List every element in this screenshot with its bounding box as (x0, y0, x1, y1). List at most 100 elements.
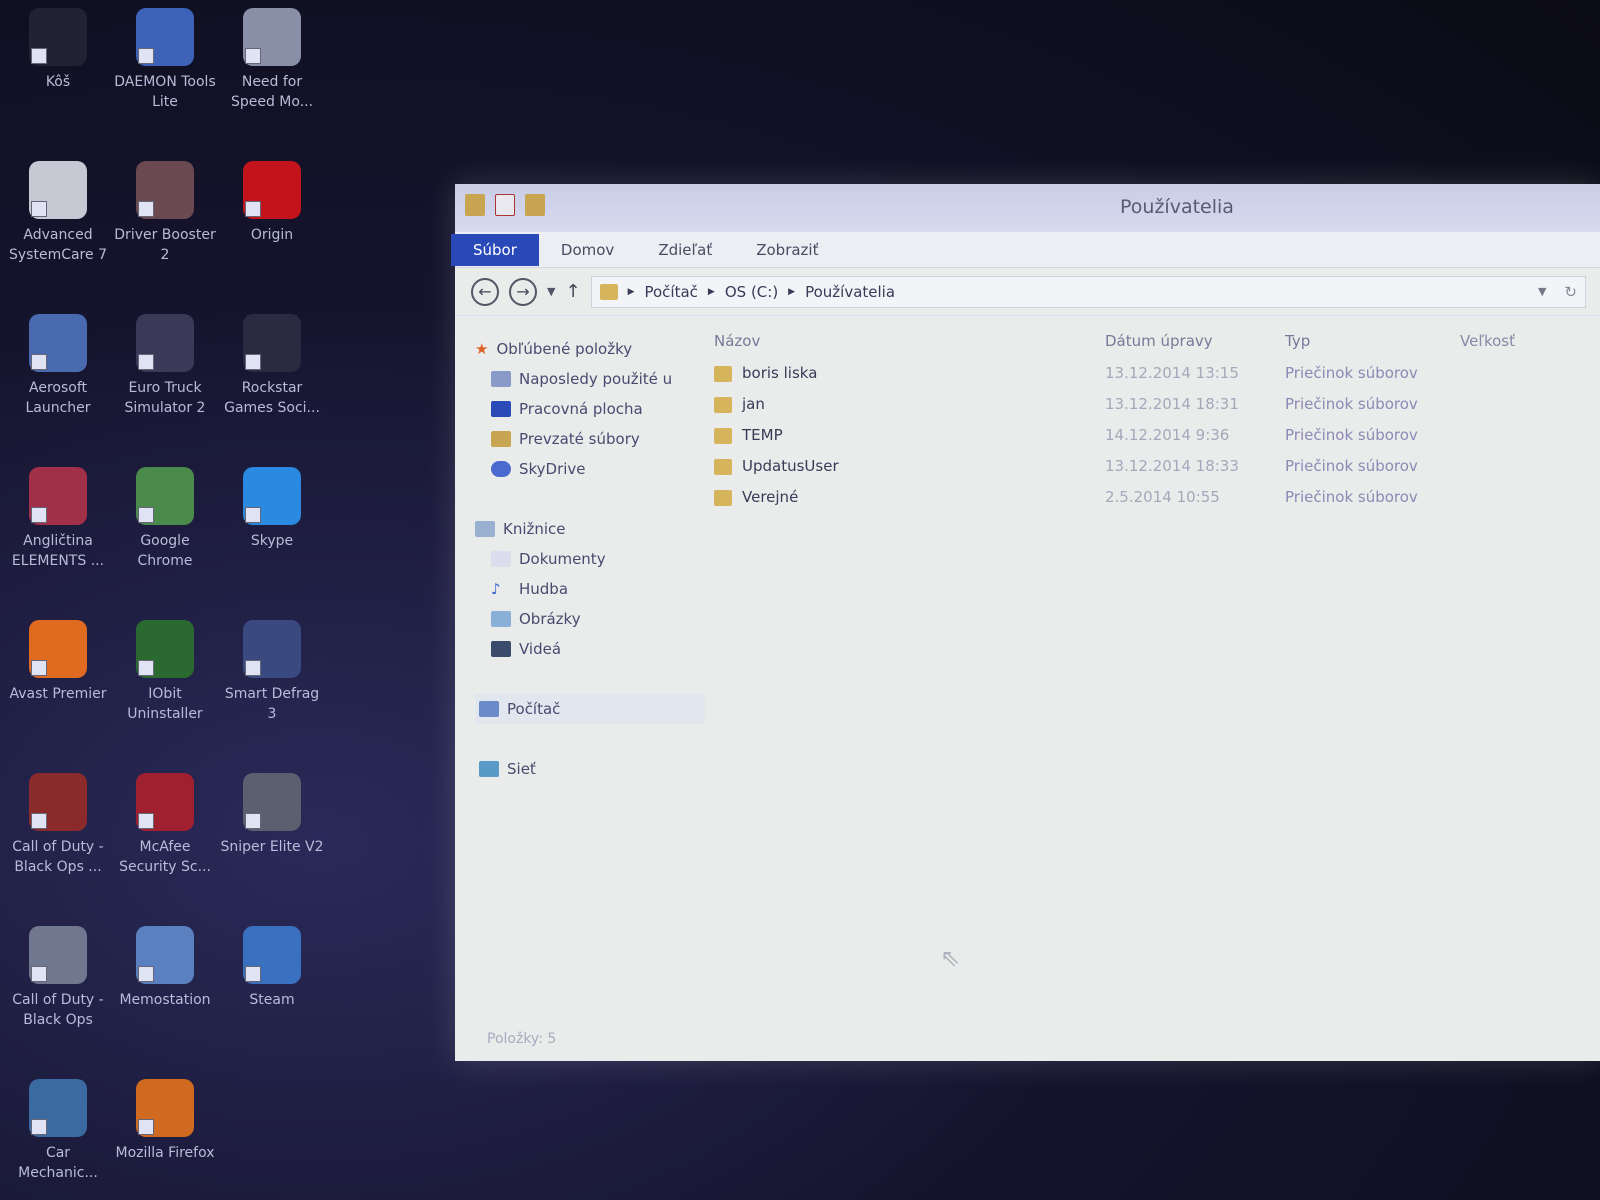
breadcrumb-computer[interactable]: Počítač (644, 283, 697, 301)
desktop-icon-shortcut[interactable]: DAEMON Tools Lite (113, 8, 217, 112)
breadcrumb-users[interactable]: Používatelia (805, 283, 895, 301)
file-type: Priečinok súborov (1285, 488, 1418, 506)
desktop-icon-shortcut[interactable]: Skype (220, 467, 324, 551)
file-row[interactable]: boris liska 13.12.2014 13:15 Priečinok súb… (710, 358, 1600, 389)
desktop-icon-label: Origin (250, 227, 294, 243)
desktop-icon-shortcut[interactable]: Angličtina ELEMENTS ... (6, 467, 110, 571)
folder-icon (599, 283, 618, 300)
nav-documents[interactable]: Dokumenty (475, 544, 705, 574)
desktop-icon-shortcut[interactable]: Mozilla Firefox (113, 1079, 217, 1163)
folder-icon (714, 396, 732, 413)
nav-favorites[interactable]: ★ Obľúbené položky (475, 334, 705, 364)
desktop-icon-shortcut[interactable]: Sniper Elite V2 (220, 773, 324, 857)
desktop-icon-label: Angličtina ELEMENTS ... (11, 533, 105, 569)
back-button[interactable]: ← (471, 277, 499, 306)
cloud-icon (491, 461, 511, 477)
file-size (1460, 420, 1580, 451)
desktop-icon-shortcut[interactable]: Steam (220, 926, 324, 1010)
nav-label: Počítač (507, 700, 561, 718)
desktop-icon-shortcut[interactable]: Google Chrome (113, 467, 217, 571)
desktop-icon-shortcut[interactable]: Kôš (6, 8, 110, 92)
tab-view[interactable]: Zobraziť (734, 234, 840, 266)
nav-recent[interactable]: Naposledy použité u (475, 364, 705, 394)
app-icon (243, 314, 301, 372)
nav-downloads[interactable]: Prevzaté súbory (475, 424, 705, 454)
app-icon (29, 467, 87, 525)
nav-music[interactable]: ♪ Hudba (475, 574, 705, 604)
properties-icon[interactable] (495, 194, 515, 216)
chevron-right-icon: ▶ (627, 286, 635, 297)
app-icon (243, 161, 301, 219)
desktop-icon-shortcut[interactable]: Memostation (113, 926, 217, 1010)
file-list: Názov Dátum úpravy Typ Veľkosť boris lis… (710, 324, 1600, 513)
app-icon (29, 161, 87, 219)
refresh-icon[interactable]: ↻ (1556, 283, 1585, 301)
nav-label: Obľúbené položky (496, 340, 633, 358)
desktop-icon-shortcut[interactable]: Car Mechanic... (6, 1079, 110, 1183)
folder-icon[interactable] (465, 194, 485, 216)
app-icon (29, 1079, 87, 1137)
app-icon (29, 8, 87, 66)
libraries-icon (475, 521, 495, 537)
tab-file[interactable]: Súbor (451, 233, 539, 266)
chevron-down-icon[interactable]: ▼ (1538, 285, 1546, 298)
desktop-icon-shortcut[interactable]: IObit Uninstaller (113, 620, 217, 724)
forward-button[interactable]: → (509, 277, 537, 306)
column-size[interactable]: Veľkosť (1460, 324, 1580, 358)
desktop-icon-label: Mozilla Firefox (115, 1145, 215, 1161)
desktop-icon-label: Skype (250, 533, 294, 549)
app-icon (29, 773, 87, 831)
column-type[interactable]: Typ (1285, 324, 1460, 358)
desktop-icon-shortcut[interactable]: Aerosoft Launcher (6, 314, 110, 418)
app-icon (136, 1079, 194, 1137)
nav-label: Obrázky (519, 610, 581, 628)
breadcrumb-drive[interactable]: OS (C:) (725, 283, 778, 301)
nav-skydrive[interactable]: SkyDrive (475, 454, 705, 484)
desktop-icon-shortcut[interactable]: Origin (220, 161, 324, 245)
desktop-icon-shortcut[interactable]: Advanced SystemCare 7 (6, 161, 110, 265)
network-icon (479, 761, 499, 777)
nav-network[interactable]: Sieť (475, 754, 705, 784)
column-date[interactable]: Dátum úpravy (1105, 324, 1285, 358)
nav-libraries[interactable]: Knižnice (475, 514, 705, 544)
app-icon (136, 620, 194, 678)
desktop-icon-shortcut[interactable]: Euro Truck Simulator 2 (113, 314, 217, 418)
file-row[interactable]: jan 13.12.2014 18:31 Priečinok súborov (710, 389, 1600, 420)
up-arrow-icon[interactable]: ↑ (565, 281, 580, 302)
address-bar[interactable]: ▶ Počítač ▶ OS (C:) ▶ Používatelia ▼ ↻ (590, 275, 1586, 308)
folder-icon (714, 365, 732, 382)
desktop-icon-label: Call of Duty - Black Ops (12, 992, 104, 1028)
file-row[interactable]: UpdatusUser 13.12.2014 18:33 Priečinok súb… (710, 451, 1600, 482)
folder-icon (714, 489, 732, 506)
column-name[interactable]: Názov (710, 324, 1105, 358)
file-explorer-window: Používatelia Súbor Domov Zdieľať Zobrazi… (451, 184, 1600, 1061)
file-row[interactable]: Verejné 2.5.2014 10:55 Priečinok súborov (710, 482, 1600, 513)
desktop-icon-label: Need for Speed Mo... (230, 74, 314, 110)
file-row[interactable]: TEMP 14.12.2014 9:36 Priečinok súborov (710, 420, 1600, 451)
chevron-right-icon: ▶ (707, 286, 715, 297)
videos-icon (491, 641, 511, 657)
desktop-icon-label: Memostation (119, 992, 211, 1008)
new-folder-icon[interactable] (525, 194, 545, 216)
file-date: 2.5.2014 10:55 (1105, 488, 1220, 506)
file-name: Verejné (742, 488, 799, 506)
nav-label: Sieť (507, 760, 536, 778)
desktop-icon-label: Call of Duty - Black Ops ... (12, 839, 104, 875)
tab-share[interactable]: Zdieľať (636, 234, 734, 266)
desktop-icon-shortcut[interactable]: Rockstar Games Soci... (220, 314, 324, 418)
desktop-icon-shortcut[interactable]: Call of Duty - Black Ops ... (6, 773, 110, 877)
nav-computer[interactable]: Počítač (475, 694, 705, 724)
tab-home[interactable]: Domov (539, 234, 636, 266)
desktop-icon-shortcut[interactable]: Need for Speed Mo... (220, 8, 324, 112)
desktop-icon-label: Driver Booster 2 (114, 227, 216, 263)
desktop-icon-shortcut[interactable]: Driver Booster 2 (113, 161, 217, 265)
desktop-icon-shortcut[interactable]: Call of Duty - Black Ops (6, 926, 110, 1030)
file-date: 13.12.2014 18:31 (1105, 395, 1239, 413)
desktop-icon-shortcut[interactable]: Avast Premier (6, 620, 110, 704)
nav-desktop[interactable]: Pracovná plocha (475, 394, 705, 424)
nav-pictures[interactable]: Obrázky (475, 604, 705, 634)
nav-videos[interactable]: Videá (475, 634, 705, 664)
recent-locations-dropdown-icon[interactable]: ▼ (547, 285, 555, 298)
desktop-icon-shortcut[interactable]: Smart Defrag 3 (220, 620, 324, 724)
desktop-icon-shortcut[interactable]: McAfee Security Sc... (113, 773, 217, 877)
